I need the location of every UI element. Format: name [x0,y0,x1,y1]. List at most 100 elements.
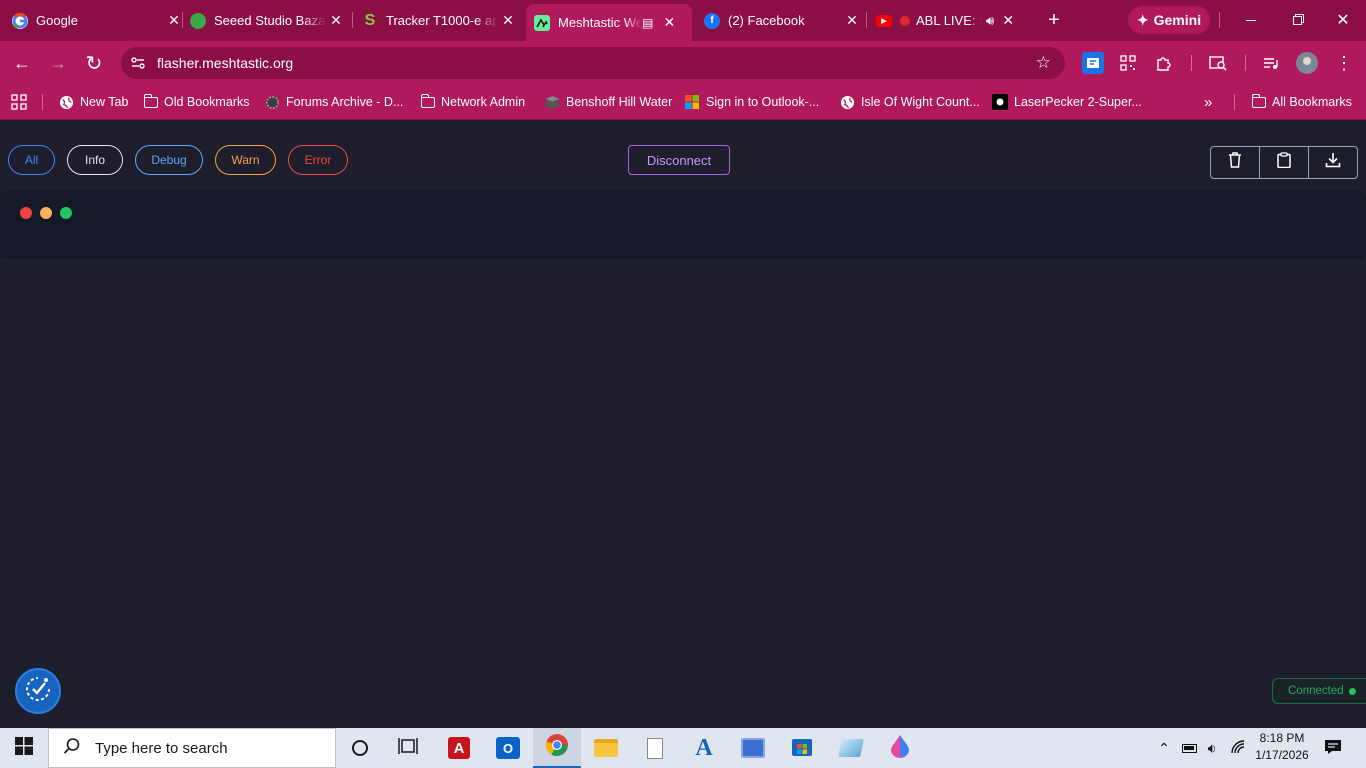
notifications-button[interactable] [1320,728,1346,768]
battery-icon[interactable] [1179,728,1199,768]
bookmark-network-admin[interactable]: Network Admin [420,91,525,113]
close-icon[interactable]: ✕ [998,12,1018,29]
menu-kebab-icon[interactable]: ⋮ [1333,52,1355,74]
filter-debug-button[interactable]: Debug [135,145,203,175]
cortana-circle-icon [352,740,368,756]
globe-icon [58,94,74,110]
bookmark-laserpecker[interactable]: LaserPecker 2-Super... [992,91,1142,113]
acrobat-icon: A [448,737,470,759]
accessibility-button[interactable] [15,668,61,714]
disconnect-button[interactable]: Disconnect [628,145,730,175]
folder-icon [1251,93,1266,108]
gemini-label: Gemini [1153,12,1202,28]
tab-separator [182,12,183,28]
close-icon[interactable]: ✕ [842,12,862,29]
profile-avatar[interactable] [1296,52,1318,74]
reader-mode-icon[interactable]: ▤ [642,16,653,30]
bookmark-label: Sign in to Outlook-... [706,95,820,109]
site-info-icon[interactable] [130,55,146,71]
tab-facebook[interactable]: f (2) Facebook ✕ [704,0,862,41]
minimize-button[interactable] [1232,0,1270,40]
start-button[interactable] [0,728,48,768]
bookmark-label: LaserPecker 2-Super... [1014,95,1142,109]
remote-desktop-icon [741,738,765,758]
meshtastic-icon [534,14,550,31]
close-icon[interactable]: ✕ [659,14,679,31]
qr-code-icon[interactable] [1117,52,1139,74]
connection-status-badge: Connected [1272,678,1366,704]
minimize-icon [1246,19,1256,21]
taskbar-search-box[interactable]: Type here to search [48,728,336,768]
new-tab-button[interactable]: + [1040,0,1068,41]
font-a-icon: A [695,734,713,761]
taskbar-file-explorer[interactable] [582,728,630,768]
tab-google[interactable]: Google ✕ [12,0,184,41]
seeed-icon [190,12,206,29]
forward-button[interactable]: → [44,49,72,77]
bookmark-outlook[interactable]: Sign in to Outlook-... [684,91,819,113]
restore-icon [1292,15,1302,25]
folder-icon [594,739,618,757]
bookmark-old-bookmarks[interactable]: Old Bookmarks [143,91,249,113]
clear-log-button[interactable] [1211,147,1260,178]
close-icon[interactable]: ✕ [326,12,346,29]
media-control-icon[interactable] [1260,52,1282,74]
globe-icon [839,94,855,110]
tab-seeed[interactable]: Seeed Studio Bazaar ✕ [190,0,346,41]
accessibility-icon [23,674,53,709]
bookmark-forums-archive[interactable]: Forums Archive - D... [264,91,403,113]
cube-icon [544,94,560,110]
volume-icon[interactable]: 🔉︎ [1202,728,1222,768]
bookmark-label: Isle Of Wight Count... [861,95,980,109]
filter-all-button[interactable]: All [8,145,55,175]
taskbar-store[interactable] [778,728,826,768]
taskbar-remote-desktop[interactable] [729,728,777,768]
taskbar-acrobat[interactable]: A [435,728,483,768]
taskbar-outlook[interactable]: O [484,728,532,768]
tab-search-icon[interactable] [1207,52,1229,74]
extension-flash-icon[interactable] [1082,52,1104,74]
address-bar[interactable]: flasher.meshtastic.org ☆ [121,47,1065,79]
recording-dot-icon [900,15,910,26]
taskbar-notepad[interactable] [631,728,679,768]
taskbar-app-a[interactable]: A [680,728,728,768]
taskbar-app-drop[interactable] [876,728,924,768]
bookmark-benshoff[interactable]: Benshoff Hill Water [544,91,672,113]
chevron-double-right-icon[interactable]: » [1204,91,1212,113]
speaker-icon[interactable]: 🔊︎ [986,13,994,29]
gemini-button[interactable]: ✦ Gemini [1128,6,1210,34]
restore-button[interactable] [1278,0,1316,40]
wifi-icon[interactable] [1228,728,1248,768]
bookmark-label: Forums Archive - D... [286,95,404,109]
cortana-button[interactable] [336,728,384,768]
taskbar-app-blue[interactable] [827,728,875,768]
tab-tracker[interactable]: S Tracker T1000-e ap ✕ [362,0,518,41]
bookmark-new-tab[interactable]: New Tab [58,91,128,113]
apps-grid-icon[interactable] [11,91,27,113]
browser-toolbar: ← → ↻ flasher.meshtastic.org ☆ ⋮ [0,41,1366,84]
task-view-button[interactable] [384,728,432,768]
filter-info-button[interactable]: Info [67,145,123,175]
taskbar-chrome[interactable] [533,728,581,768]
close-icon[interactable]: ✕ [164,12,184,29]
download-log-button[interactable] [1309,147,1357,178]
serial-console [0,191,1366,259]
back-button[interactable]: ← [8,49,36,77]
bookmark-isle-of-wight[interactable]: Isle Of Wight Count... [839,91,980,113]
system-clock[interactable]: 8:18 PM 1/17/2026 [1252,730,1312,764]
reload-button[interactable]: ↻ [80,49,108,77]
tab-meshtastic[interactable]: Meshtastic Web ▤ ✕ [526,4,692,41]
show-hidden-icons[interactable]: ⌃ [1154,728,1174,768]
bookmark-all-bookmarks[interactable]: All Bookmarks [1251,91,1352,113]
filter-warn-button[interactable]: Warn [215,145,276,175]
tablet-icon [838,739,864,757]
copy-log-button[interactable] [1260,147,1309,178]
bookmark-star-icon[interactable]: ☆ [1036,53,1051,73]
close-icon[interactable]: ✕ [498,12,518,29]
filter-error-button[interactable]: Error [288,145,348,175]
tab-youtube[interactable]: ▶ ABL LIVE: S 🔊︎ ✕ [876,0,1030,41]
close-window-button[interactable]: ✕ [1324,0,1362,40]
extensions-puzzle-icon[interactable] [1153,52,1175,74]
clock-time: 8:18 PM [1259,731,1305,745]
plus-icon: + [1048,9,1060,31]
